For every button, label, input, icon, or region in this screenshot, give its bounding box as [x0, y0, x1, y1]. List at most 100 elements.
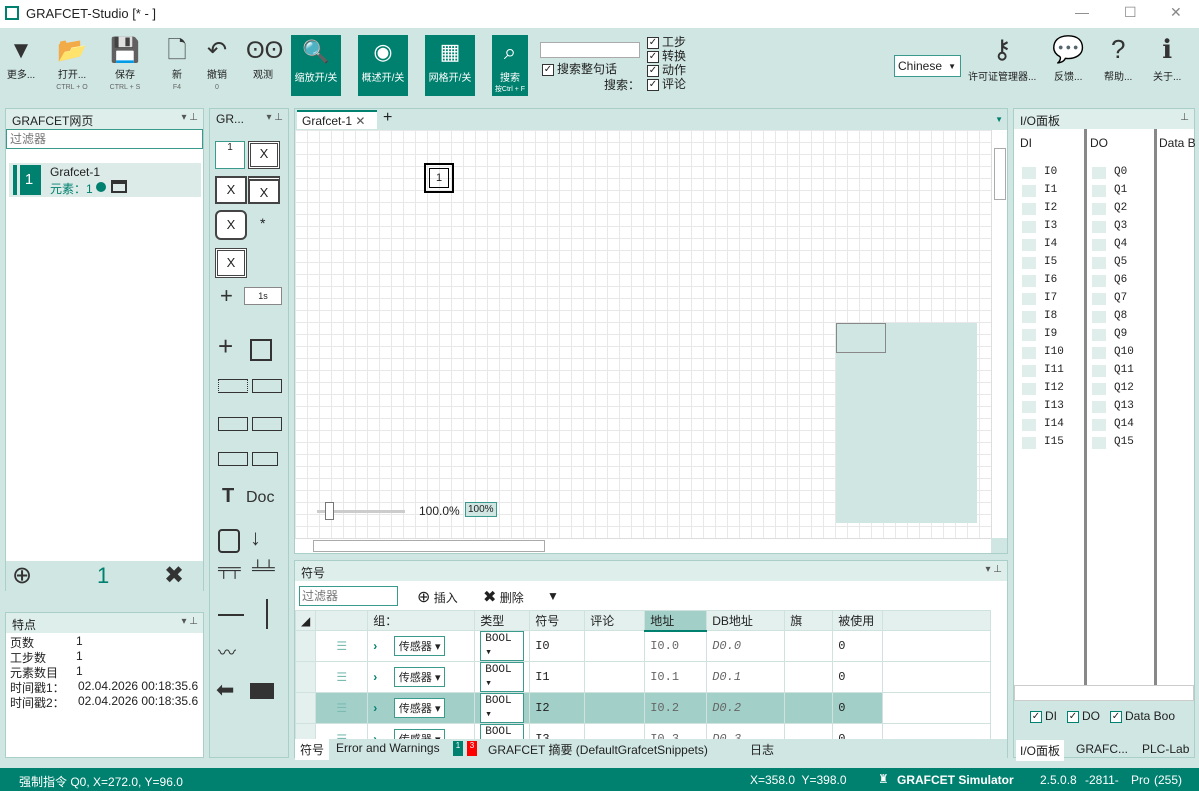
io-do-item[interactable]: Q2 [1084, 200, 1154, 218]
io-filter-checkbox[interactable]: ✓ DO [1067, 709, 1100, 723]
transition-icon[interactable]: + [220, 283, 233, 309]
overview-viewport[interactable] [836, 323, 886, 353]
whole-sentence-checkbox[interactable]: ✓ 搜索整句话 [542, 60, 617, 77]
group-select[interactable]: 传感器 ▾ [393, 667, 446, 687]
zoom-slider[interactable] [317, 502, 405, 520]
parallel-join-icon[interactable]: ╧╧ [252, 561, 275, 579]
key-button[interactable]: ⚷ 许可证管理器... [968, 34, 1036, 83]
io-indicator[interactable] [1092, 185, 1106, 197]
pages-filter-input[interactable] [6, 129, 203, 149]
grid-toggle[interactable]: ▦ 网格开/关 [425, 35, 475, 96]
io-di-item[interactable]: I4 [1014, 236, 1084, 254]
add-page-icon[interactable]: ⊕ [12, 561, 32, 590]
io-di-item[interactable]: I14 [1014, 416, 1084, 434]
io-indicator[interactable] [1092, 221, 1106, 233]
zoom-reset-button[interactable]: 100% [465, 502, 497, 517]
pin-icon[interactable]: ▾ ⊥ [266, 112, 283, 123]
magnifier-toggle[interactable]: 🔍 缩放开/关 [291, 35, 341, 96]
symbols-filter-input[interactable] [299, 586, 398, 606]
io-do-item[interactable]: Q9 [1084, 326, 1154, 344]
close-button[interactable]: ✕ [1170, 4, 1182, 21]
io-di-item[interactable]: I3 [1014, 218, 1084, 236]
address-cell[interactable]: I0.2 [644, 692, 708, 724]
db-address-cell[interactable]: D0.1 [706, 661, 786, 693]
page-item[interactable]: 1 Grafcet-1 元素：1 [9, 163, 201, 197]
doc-tool[interactable]: Doc [246, 489, 274, 507]
column-header[interactable]: 旗 [784, 610, 834, 631]
flag-cell[interactable] [784, 630, 834, 662]
group-select[interactable]: 传感器 ▾ [393, 698, 446, 718]
row-selector[interactable] [294, 661, 317, 693]
bracket-icon[interactable] [218, 529, 240, 553]
flag-cell[interactable] [784, 692, 834, 724]
binoculars-toggle[interactable]: ⌕ 搜索 按Ctrl + F [492, 35, 528, 96]
io-indicator[interactable] [1092, 203, 1106, 215]
io-indicator[interactable] [1092, 419, 1106, 431]
tab-grafcet-1[interactable]: Grafcet-1 ✕ [297, 110, 377, 129]
type-cell[interactable]: BOOL ▾ [474, 661, 531, 693]
save-button[interactable]: 💾 保存 CTRL + S [108, 36, 142, 91]
zoom-slider-thumb[interactable] [325, 502, 334, 520]
insert-button[interactable]: ⊕ 插入 [417, 587, 458, 607]
star-tool[interactable]: * [260, 215, 265, 231]
enclosing-step-tool[interactable]: X [248, 176, 280, 204]
delete-button[interactable]: ✖ 删除 [483, 587, 524, 607]
io-indicator[interactable] [1022, 437, 1036, 449]
overview-toggle[interactable]: ◉ 概述开/关 [358, 35, 408, 96]
io-indicator[interactable] [1022, 257, 1036, 269]
drag-handle-icon[interactable]: ☰ [315, 692, 369, 724]
feedback-button[interactable]: 💬 反馈... [1052, 34, 1084, 83]
io-do-item[interactable]: Q12 [1084, 380, 1154, 398]
io-indicator[interactable] [1092, 383, 1106, 395]
io-do-item[interactable]: Q11 [1084, 362, 1154, 380]
type-select[interactable]: BOOL ▾ [480, 631, 525, 661]
io-filter-checkbox[interactable]: ✓ Data Boo [1110, 709, 1175, 723]
io-do-item[interactable]: Q4 [1084, 236, 1154, 254]
pin-icon[interactable]: ⊥ [1180, 112, 1189, 123]
undo-button[interactable]: ↶ 撤销 0 [200, 36, 234, 91]
arrow-left-icon[interactable]: ⬅ [216, 677, 234, 703]
table-row[interactable]: ☰ › 传感器 ▾ BOOL ▾ I2 I0.2 D0.2 0 [294, 692, 991, 724]
chevron-right-icon[interactable]: › [373, 639, 377, 653]
io-di-item[interactable]: I0 [1014, 164, 1084, 182]
io-indicator[interactable] [1092, 347, 1106, 359]
bottom-tab[interactable]: 日志 [745, 739, 779, 760]
pin-icon[interactable]: ▾ ⊥ [181, 112, 198, 123]
step-transition-icon[interactable] [250, 339, 272, 361]
drag-handle-icon[interactable]: ☰ [315, 661, 369, 693]
io-di-item[interactable]: I6 [1014, 272, 1084, 290]
symbol-cell[interactable]: I0 [529, 630, 586, 662]
type-select[interactable]: BOOL ▾ [480, 693, 525, 723]
io-indicator[interactable] [1092, 257, 1106, 269]
io-di-item[interactable]: I13 [1014, 398, 1084, 416]
group-select[interactable]: 传感器 ▾ [393, 636, 446, 656]
address-cell[interactable]: I0.0 [644, 630, 708, 662]
text-tool[interactable]: T [222, 485, 234, 508]
horizontal-scrollbar[interactable] [295, 538, 991, 553]
comment-box-icon[interactable] [252, 452, 278, 466]
search-option-checkbox[interactable]: ✓ 动作 [647, 63, 686, 77]
column-header[interactable]: 组： [367, 610, 476, 631]
io-tab[interactable]: I/O面板 [1016, 740, 1065, 761]
scroll-thumb[interactable] [313, 540, 545, 552]
io-di-item[interactable]: I10 [1014, 344, 1084, 362]
io-do-item[interactable]: Q5 [1084, 254, 1154, 272]
io-indicator[interactable] [1092, 437, 1106, 449]
triangle-down-button[interactable]: ▼ 更多... [4, 36, 38, 84]
io-indicator[interactable] [1092, 293, 1106, 305]
io-di-item[interactable]: I12 [1014, 380, 1084, 398]
horizontal-line-icon[interactable] [218, 614, 244, 616]
group-cell[interactable]: › 传感器 ▾ [367, 661, 476, 693]
io-do-item[interactable]: Q7 [1084, 290, 1154, 308]
bottom-tab[interactable]: Error and Warnings [331, 739, 445, 757]
io-di-item[interactable]: I9 [1014, 326, 1084, 344]
symbol-cell[interactable]: I2 [529, 692, 586, 724]
chart-icon[interactable]: 〰 [218, 639, 236, 665]
tab-list-icon[interactable]: ▼ [995, 115, 1003, 124]
io-indicator[interactable] [1022, 293, 1036, 305]
scroll-thumb[interactable] [994, 148, 1006, 200]
comment-cell[interactable] [584, 630, 646, 662]
io-do-item[interactable]: Q3 [1084, 218, 1154, 236]
event-action-icon[interactable] [218, 452, 248, 466]
db-address-cell[interactable]: D0.0 [706, 630, 786, 662]
